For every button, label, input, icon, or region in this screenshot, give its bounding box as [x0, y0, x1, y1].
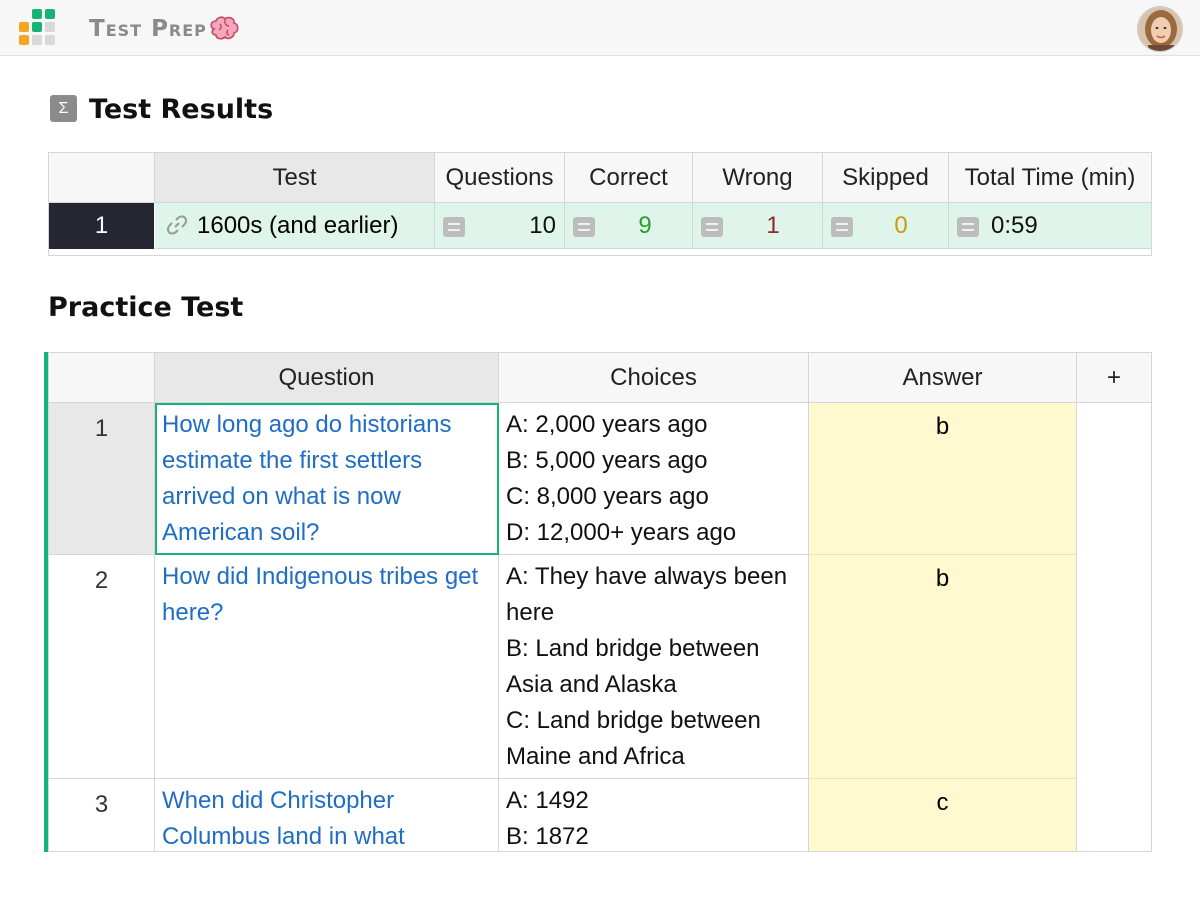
choice-line: D: 12,000+ years ago	[506, 519, 737, 546]
column-header-skipped[interactable]: Skipped	[823, 153, 949, 203]
choice-line: A: 1492	[506, 787, 589, 814]
question-cell[interactable]: How long ago do historians estimate the …	[155, 403, 499, 555]
choices-cell[interactable]: A: 1492 B: 1872	[499, 779, 809, 851]
column-header-wrong[interactable]: Wrong	[693, 153, 823, 203]
choice-line: B: 1872	[506, 823, 589, 850]
choice-line: C: Land bridge between Maine and Africa	[506, 707, 761, 770]
formula-equals-icon	[443, 217, 465, 237]
column-header-question[interactable]: Question	[155, 353, 499, 403]
question-cell[interactable]: How did Indigenous tribes get here?	[155, 555, 499, 779]
cell-correct[interactable]: 9	[565, 203, 693, 249]
column-header-correct[interactable]: Correct	[565, 153, 693, 203]
cell-total-time[interactable]: 0:59	[949, 203, 1151, 249]
app-logo-icon[interactable]	[18, 9, 58, 49]
test-name: 1600s (and earlier)	[197, 212, 399, 239]
column-header-answer[interactable]: Answer	[809, 353, 1077, 403]
summary-sigma-icon[interactable]: Σ	[50, 95, 77, 122]
answer-cell[interactable]: b	[809, 403, 1077, 555]
link-icon[interactable]	[165, 213, 189, 237]
practice-test-title: Practice Test	[48, 292, 244, 323]
column-header-test[interactable]: Test	[155, 153, 435, 203]
choices-cell[interactable]: A: They have always been here B: Land br…	[499, 555, 809, 779]
practice-test-table: Question Choices Answer + 1 How long ago…	[48, 352, 1152, 852]
choices-cell[interactable]: A: 2,000 years ago B: 5,000 years ago C:…	[499, 403, 809, 555]
choice-line: A: 2,000 years ago	[506, 411, 708, 438]
questions-value: 10	[529, 212, 556, 239]
question-cell[interactable]: When did Christopher Columbus land in wh…	[155, 779, 499, 851]
column-header-questions[interactable]: Questions	[435, 153, 565, 203]
row-number[interactable]: 1	[49, 203, 154, 249]
column-header-total-time[interactable]: Total Time (min)	[949, 153, 1151, 203]
top-bar: Test Prep	[0, 0, 1200, 56]
total-time-value: 0:59	[991, 212, 1038, 239]
row-header-corner[interactable]	[49, 353, 155, 403]
formula-equals-icon	[957, 217, 979, 237]
test-results-table: Test Questions Correct Wrong Skipped Tot…	[48, 152, 1152, 256]
brain-icon	[210, 16, 239, 40]
cell-test[interactable]: 1600s (and earlier)	[155, 203, 435, 249]
document-title[interactable]: Test Prep	[89, 16, 207, 42]
row-header-corner[interactable]	[49, 153, 155, 203]
user-avatar[interactable]	[1137, 6, 1183, 52]
answer-cell[interactable]: b	[809, 555, 1077, 779]
cell-skipped[interactable]: 0	[823, 203, 949, 249]
row-number[interactable]: 2	[49, 555, 155, 779]
cell-questions[interactable]: 10	[435, 203, 565, 249]
column-header-choices[interactable]: Choices	[499, 353, 809, 403]
choice-line: C: 8,000 years ago	[506, 483, 709, 510]
row-number[interactable]: 1	[49, 403, 155, 555]
answer-cell[interactable]: c	[809, 779, 1077, 851]
choice-line: B: 5,000 years ago	[506, 447, 708, 474]
row-number[interactable]: 3	[49, 779, 155, 851]
test-results-title: Test Results	[89, 94, 274, 125]
choice-line: A: They have always been here	[506, 563, 788, 626]
choice-line: B: Land bridge between Asia and Alaska	[506, 635, 760, 698]
add-column-button[interactable]: +	[1077, 353, 1151, 403]
cell-wrong[interactable]: 1	[693, 203, 823, 249]
